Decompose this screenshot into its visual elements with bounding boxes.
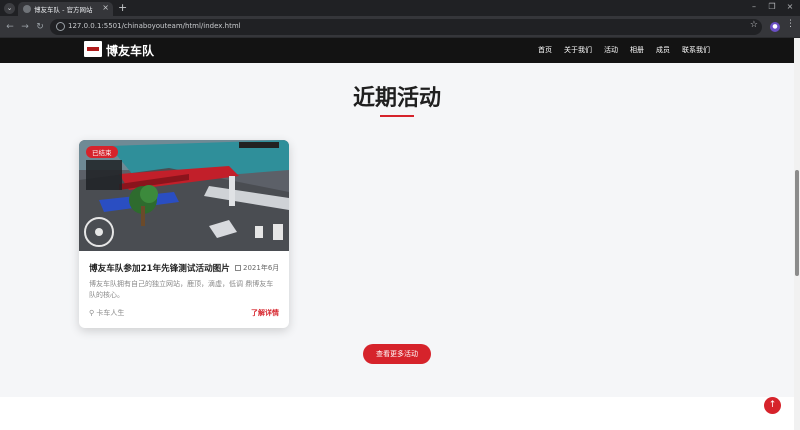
window-close-icon[interactable]: × bbox=[782, 2, 798, 11]
logo-icon[interactable] bbox=[84, 41, 102, 57]
tab-close-icon[interactable]: × bbox=[102, 3, 109, 12]
card-title[interactable]: 博友车队参加21年先锋测试活动图片 bbox=[89, 262, 230, 274]
tab-title: 博友车队 - 官方网站 bbox=[34, 6, 93, 14]
activity-card[interactable]: 已结束 博友车队参加21年先锋测试活动图片 2021年6月 博友车队拥有自己的独… bbox=[79, 140, 289, 328]
site-header: 博友车队 首页 关于我们 活动 相册 成员 联系我们 bbox=[0, 38, 794, 63]
site-brand[interactable]: 博友车队 bbox=[106, 42, 154, 59]
new-tab-button[interactable]: + bbox=[118, 1, 127, 15]
status-badge: 已结束 bbox=[86, 146, 118, 158]
scrollbar-thumb[interactable] bbox=[795, 170, 799, 276]
favicon-icon bbox=[23, 5, 31, 13]
nav-item-gallery[interactable]: 相册 bbox=[630, 45, 644, 55]
browser-toolbar: ← → ↻ 127.0.0.1:5501/chinaboyouteam/html… bbox=[0, 16, 800, 38]
section-title: 近期活动 bbox=[352, 86, 441, 111]
card-date: 2021年6月 bbox=[235, 263, 279, 273]
browser-tab[interactable]: 博友车队 - 官方网站 × bbox=[18, 2, 113, 16]
arrow-up-icon[interactable]: ↑ bbox=[764, 397, 781, 414]
forward-icon[interactable]: → bbox=[19, 20, 31, 34]
learn-more-link[interactable]: 了解详情 bbox=[251, 308, 279, 318]
profile-avatar-icon[interactable]: ● bbox=[770, 22, 780, 32]
main-nav: 首页 关于我们 活动 相册 成员 联系我们 bbox=[538, 45, 710, 55]
more-activities-button[interactable]: 查看更多活动 bbox=[363, 344, 431, 364]
card-date-text: 2021年6月 bbox=[243, 264, 280, 272]
browser-tab-bar: ⌄ 博友车队 - 官方网站 × + – ❐ × bbox=[0, 0, 800, 16]
nav-item-members[interactable]: 成员 bbox=[656, 45, 670, 55]
card-location-text: 卡车人生 bbox=[96, 309, 125, 317]
next-section-band bbox=[0, 397, 794, 430]
tab-search-icon[interactable]: ⌄ bbox=[4, 3, 15, 14]
page-scrollbar[interactable] bbox=[794, 38, 800, 430]
minimize-icon[interactable]: – bbox=[746, 2, 762, 11]
calendar-icon bbox=[235, 265, 241, 271]
nav-item-events[interactable]: 活动 bbox=[604, 45, 618, 55]
bookmark-star-icon[interactable]: ☆ bbox=[750, 20, 758, 30]
reload-icon[interactable]: ↻ bbox=[34, 20, 46, 34]
card-location: ⚲ 卡车人生 bbox=[89, 308, 124, 318]
address-bar[interactable]: 127.0.0.1:5501/chinaboyouteam/html/index… bbox=[50, 19, 762, 35]
url-text: 127.0.0.1:5501/chinaboyouteam/html/index… bbox=[68, 22, 241, 30]
nav-item-about[interactable]: 关于我们 bbox=[564, 45, 592, 55]
card-description: 博友车队拥有自己的独立网站，鹿顶，滴虚，低调 鼎博友车队的核心。 bbox=[89, 280, 274, 299]
title-underline bbox=[380, 115, 414, 117]
site-info-icon[interactable] bbox=[56, 22, 65, 31]
nav-item-home[interactable]: 首页 bbox=[538, 45, 552, 55]
more-menu-icon[interactable]: ⋮ bbox=[786, 19, 795, 29]
nav-item-contact[interactable]: 联系我们 bbox=[682, 45, 710, 55]
restore-icon[interactable]: ❐ bbox=[764, 2, 780, 11]
back-icon[interactable]: ← bbox=[4, 20, 16, 34]
